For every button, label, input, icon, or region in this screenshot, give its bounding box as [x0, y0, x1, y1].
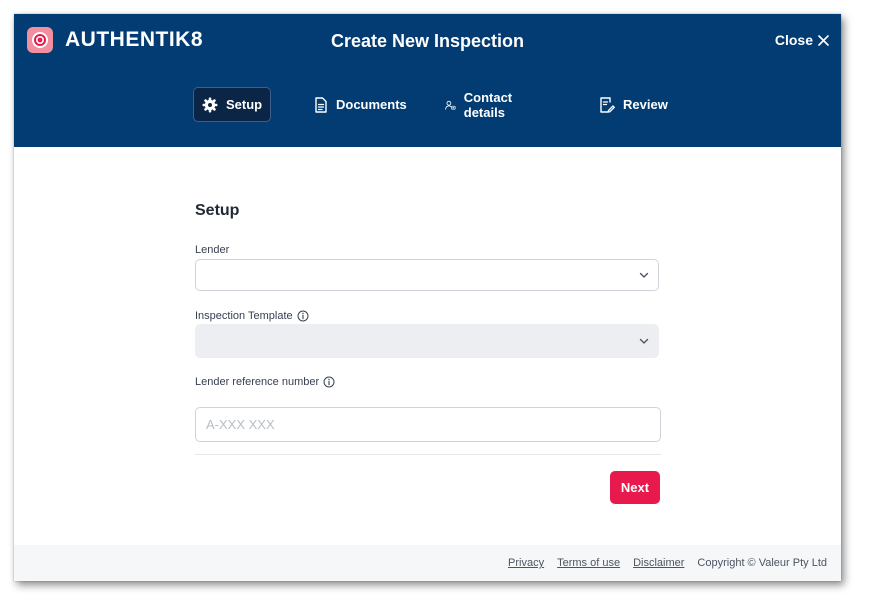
- close-button[interactable]: Close: [775, 31, 829, 49]
- next-button[interactable]: Next: [610, 471, 660, 504]
- template-label: Inspection Template: [195, 309, 309, 323]
- reference-label-text: Lender reference number: [195, 376, 320, 388]
- info-icon[interactable]: [323, 376, 335, 388]
- chevron-down-icon: [639, 338, 649, 344]
- lender-label: Lender: [195, 243, 229, 257]
- info-icon[interactable]: [297, 310, 309, 322]
- contact-icon: [445, 100, 456, 110]
- tab-label: Review: [623, 97, 668, 112]
- divider: [195, 454, 661, 455]
- gear-icon: [202, 97, 218, 112]
- modal-window: AUTHENTIK8 Create New Inspection Close S…: [14, 14, 841, 581]
- footer: Privacy Terms of use Disclaimer Copyrigh…: [14, 545, 841, 581]
- close-icon: [818, 34, 829, 46]
- tab-review[interactable]: Review: [599, 87, 668, 122]
- copyright-text: Copyright © Valeur Pty Ltd: [697, 557, 827, 569]
- tab-contact-details[interactable]: Contact details: [445, 87, 519, 122]
- inspection-template-select[interactable]: [195, 324, 659, 358]
- tab-label: Contact details: [463, 89, 513, 120]
- lender-select[interactable]: [195, 259, 659, 291]
- header-bar: AUTHENTIK8 Create New Inspection Close S…: [14, 14, 841, 147]
- document-icon: [315, 96, 327, 113]
- tab-label: Documents: [336, 97, 407, 112]
- page-title: Create New Inspection: [330, 31, 525, 51]
- terms-link[interactable]: Terms of use: [557, 557, 620, 569]
- reference-label: Lender reference number: [195, 375, 335, 389]
- review-icon: [600, 96, 615, 113]
- chevron-down-icon: [639, 272, 649, 278]
- close-label: Close: [774, 32, 813, 48]
- privacy-link[interactable]: Privacy: [508, 557, 544, 569]
- lender-label-text: Lender: [195, 244, 230, 256]
- tab-documents[interactable]: Documents: [314, 87, 407, 122]
- disclaimer-link[interactable]: Disclaimer: [633, 557, 684, 569]
- tab-label: Setup: [226, 97, 263, 112]
- template-label-text: Inspection Template: [195, 310, 293, 322]
- section-title: Setup: [195, 202, 240, 219]
- tab-setup[interactable]: Setup: [193, 87, 272, 122]
- lender-reference-input[interactable]: [195, 407, 661, 442]
